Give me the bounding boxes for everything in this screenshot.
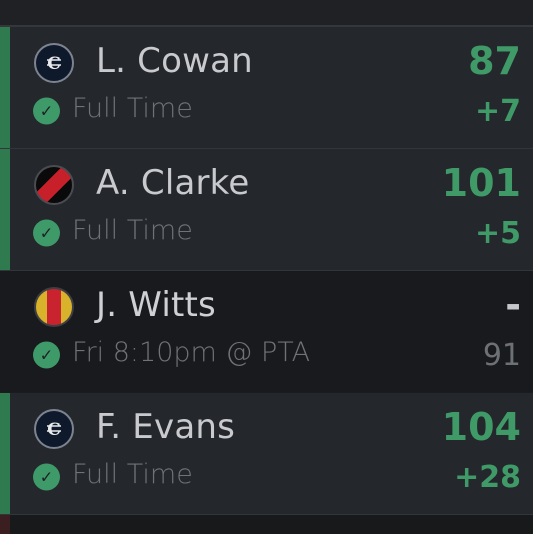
played-indicator-bar: [0, 27, 10, 148]
next-row-edge: [0, 515, 533, 534]
player-score: 101: [441, 161, 521, 205]
score-delta: +7: [474, 94, 521, 129]
player-score: 104: [441, 405, 521, 449]
svg-text:C: C: [47, 420, 61, 440]
game-status: Fri 8:10pm @ PTA: [72, 337, 311, 368]
next-row-indicator-bar: [0, 515, 10, 534]
score-delta: +5: [474, 216, 521, 251]
player-row[interactable]: J. Witts ✓ Fri 8:10pm @ PTA - 91: [0, 271, 533, 393]
essendon-logo-icon: [34, 165, 74, 205]
carlton-logo-icon: C: [34, 43, 74, 83]
adelaide-logo-icon: [34, 287, 74, 327]
game-status: Full Time: [72, 93, 193, 124]
player-row[interactable]: C L. Cowan ✓ Full Time 87 +7: [0, 27, 533, 149]
player-name: F. Evans: [96, 407, 236, 447]
projected-score: 91: [482, 338, 521, 373]
carlton-logo-icon: C: [34, 409, 74, 449]
player-name: L. Cowan: [96, 41, 253, 81]
player-list: C L. Cowan ✓ Full Time 87 +7 A. Clarke ✓…: [0, 27, 533, 515]
player-row[interactable]: A. Clarke ✓ Full Time 101 +5: [0, 149, 533, 271]
game-status: Full Time: [72, 459, 193, 490]
played-indicator-bar: [0, 149, 10, 270]
player-row[interactable]: C F. Evans ✓ Full Time 104 +28: [0, 393, 533, 515]
player-score: 87: [468, 39, 521, 83]
score-delta: +28: [454, 460, 521, 495]
game-status: Full Time: [72, 215, 193, 246]
previous-row-edge: [0, 0, 533, 27]
svg-text:C: C: [47, 54, 61, 74]
player-name: J. Witts: [96, 285, 216, 325]
played-indicator-bar: [0, 393, 10, 514]
player-score: -: [505, 283, 521, 327]
check-circle-icon: ✓: [33, 97, 60, 125]
check-circle-icon: ✓: [33, 341, 60, 369]
check-circle-icon: ✓: [33, 463, 60, 491]
check-circle-icon: ✓: [33, 219, 60, 247]
player-scores-screen: C L. Cowan ✓ Full Time 87 +7 A. Clarke ✓…: [0, 0, 533, 534]
player-name: A. Clarke: [96, 163, 250, 203]
